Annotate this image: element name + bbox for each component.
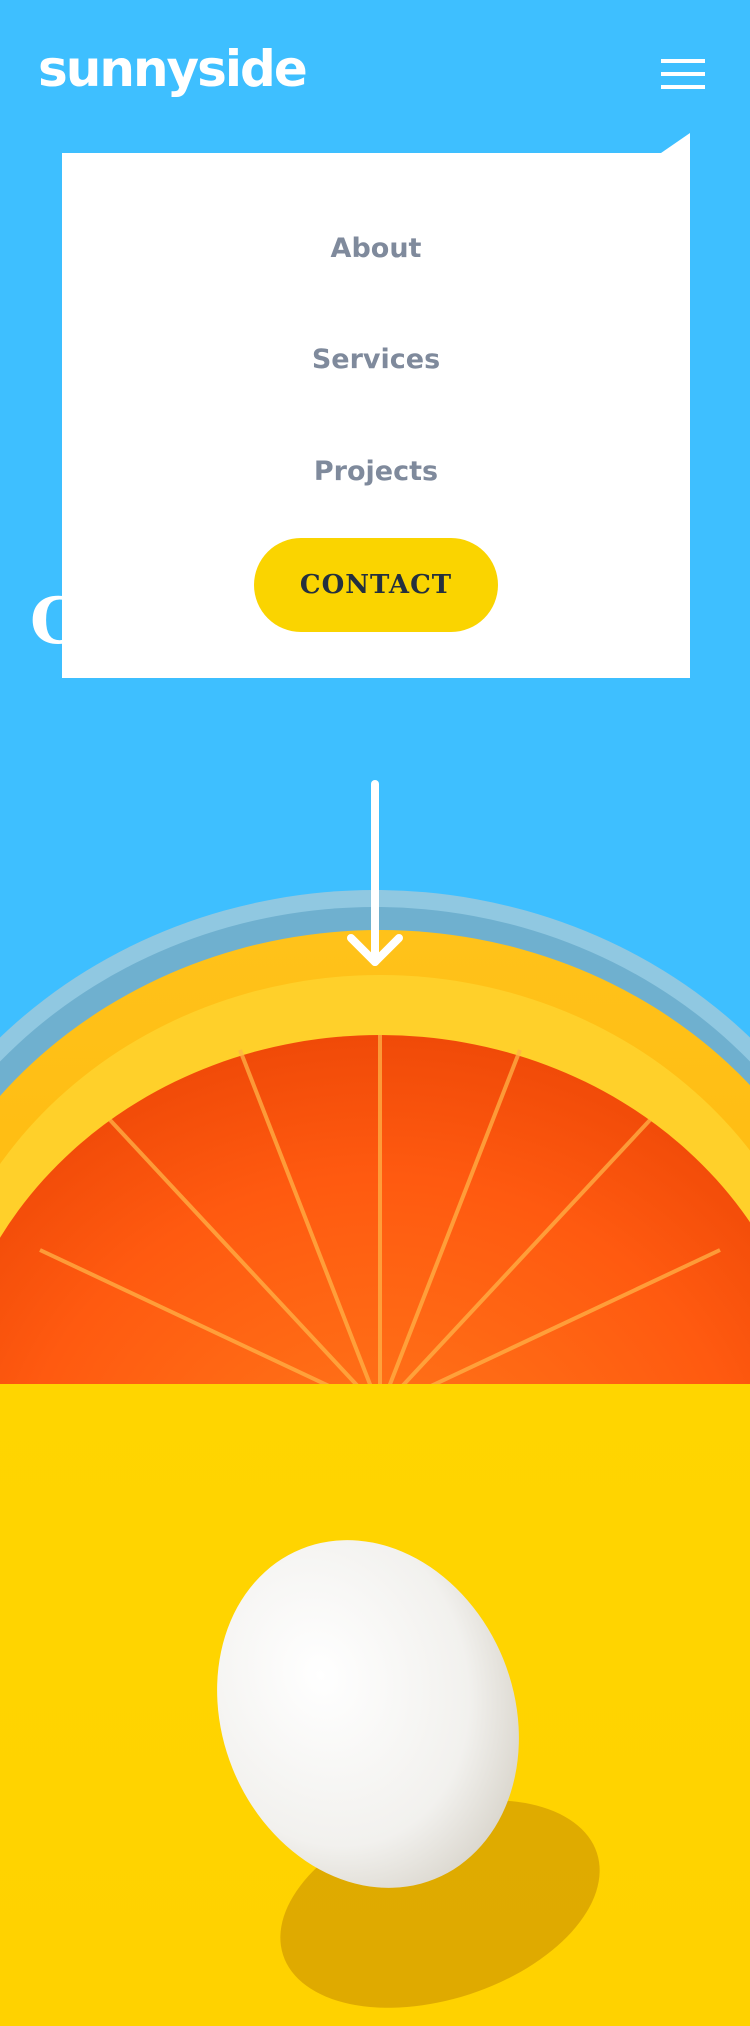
mobile-nav-menu: About Services Projects CONTACT bbox=[62, 153, 690, 678]
logo[interactable]: sunnyside bbox=[38, 44, 308, 94]
hamburger-line bbox=[661, 85, 705, 89]
menu-pointer bbox=[661, 133, 690, 153]
nav-item-services[interactable]: Services bbox=[62, 344, 690, 375]
nav-item-projects[interactable]: Projects bbox=[62, 456, 690, 487]
hamburger-icon[interactable] bbox=[661, 59, 705, 89]
nav-item-about[interactable]: About bbox=[62, 233, 690, 264]
egg-section bbox=[0, 1384, 750, 2026]
hamburger-line bbox=[661, 59, 705, 63]
arrow-down-icon[interactable] bbox=[345, 780, 405, 970]
hero-section: sunnyside C About Services Projects CONT… bbox=[0, 0, 750, 1384]
hamburger-line bbox=[661, 72, 705, 76]
contact-button[interactable]: CONTACT bbox=[254, 538, 498, 632]
egg-photo bbox=[217, 1540, 600, 2008]
